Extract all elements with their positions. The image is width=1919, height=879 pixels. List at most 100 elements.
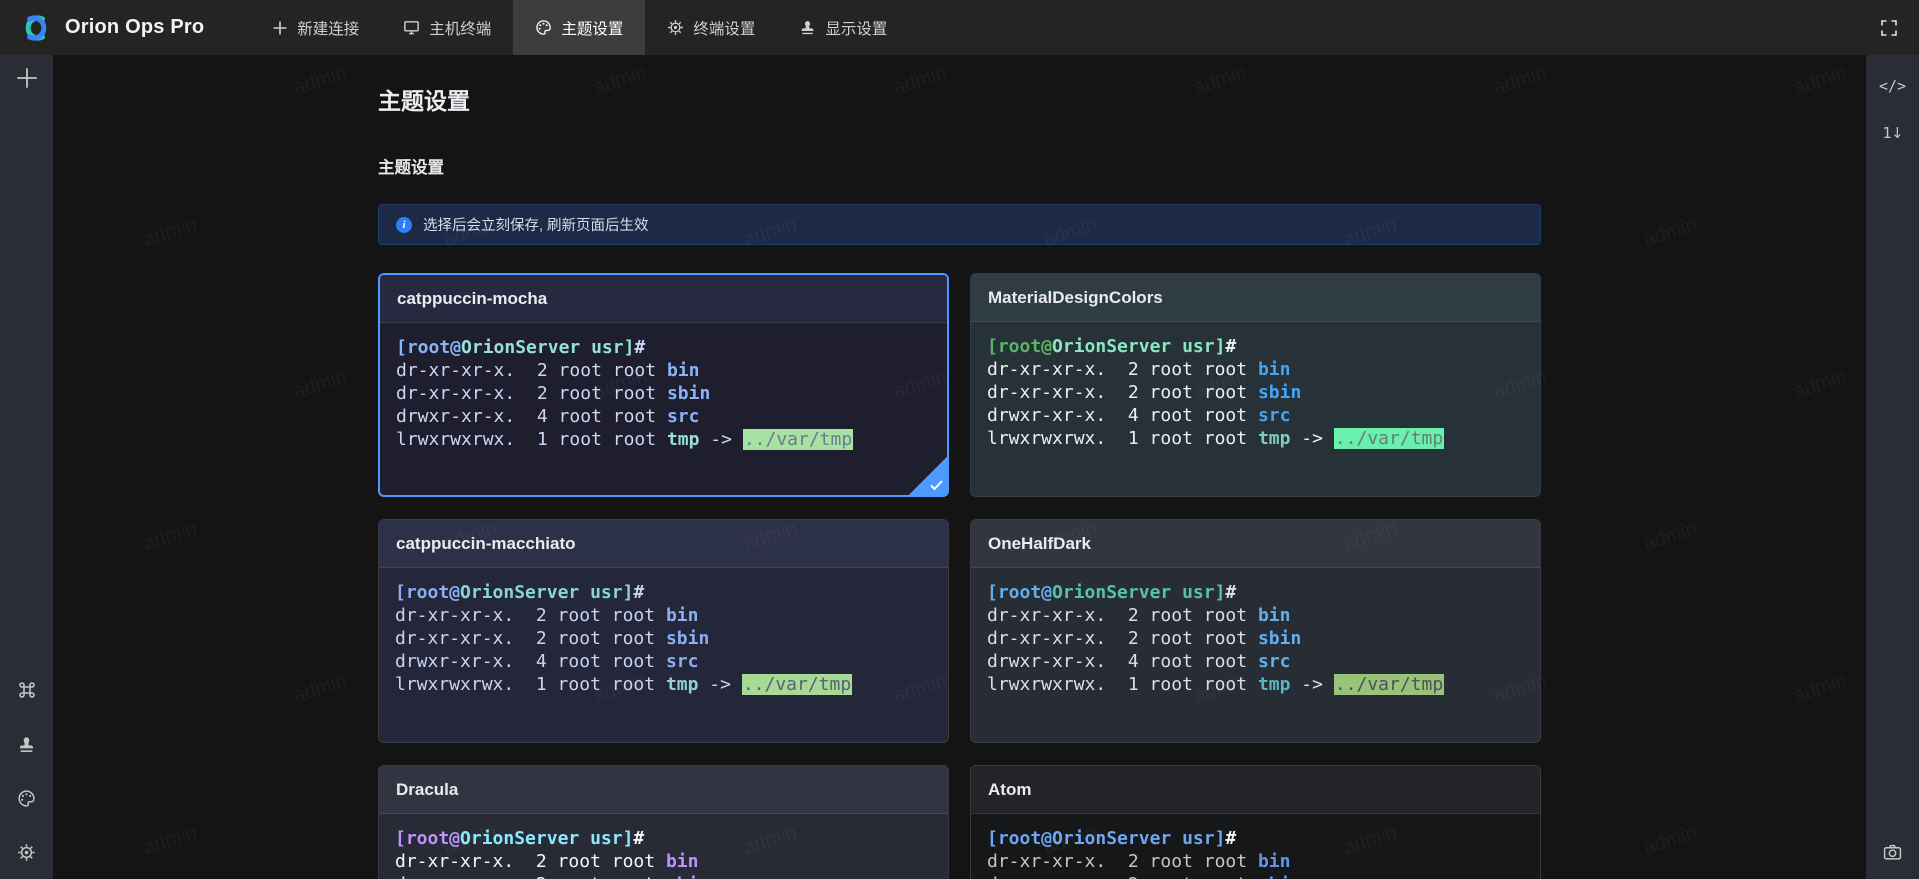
- watermark-text: admin: [141, 213, 200, 252]
- theme-card-MaterialDesignColors[interactable]: MaterialDesignColors [root@OrionServer u…: [970, 273, 1541, 497]
- watermark-text: admin: [291, 61, 350, 100]
- terminal-line: dr-xr-xr-x. 2 root root bin: [395, 850, 932, 873]
- monitor-icon: [403, 19, 420, 36]
- terminal-line: dr-xr-xr-x. 2 root root sbin: [395, 627, 932, 650]
- theme-terminal-preview: [root@OrionServer usr]#dr-xr-xr-x. 2 roo…: [379, 568, 948, 709]
- theme-name: OneHalfDark: [988, 534, 1091, 554]
- theme-card-catppuccin-macchiato[interactable]: catppuccin-macchiato [root@OrionServer u…: [378, 519, 949, 743]
- gear-icon: [667, 19, 684, 36]
- terminal-line: drwxr-xr-x. 4 root root src: [987, 404, 1524, 427]
- terminal-prompt-line: [root@OrionServer usr]#: [396, 336, 931, 359]
- plus-icon[interactable]: [10, 61, 44, 95]
- main-content: admin admin admin admin admin admin admin admin…: [53, 55, 1866, 879]
- terminal-line: dr-xr-xr-x. 2 root root sbin: [395, 873, 932, 879]
- tab-new-connection[interactable]: 新建连接: [250, 0, 381, 55]
- theme-name: Atom: [988, 780, 1031, 800]
- palette-icon: [535, 19, 552, 36]
- terminal-prompt-line: [root@OrionServer usr]#: [395, 827, 932, 850]
- gear-icon[interactable]: [10, 835, 44, 869]
- tab-host-terminal[interactable]: 主机终端: [381, 0, 513, 55]
- watermark-text: admin: [1791, 61, 1850, 100]
- watermark-text: admin: [291, 669, 350, 708]
- sort-glyph: 1↓: [1882, 124, 1902, 142]
- tab-label: 显示设置: [825, 17, 887, 39]
- terminal-line: dr-xr-xr-x. 2 root root bin: [395, 604, 932, 627]
- terminal-line: dr-xr-xr-x. 2 root root bin: [987, 850, 1524, 873]
- terminal-line: lrwxrwxrwx. 1 root root tmp -> ../var/tm…: [987, 427, 1524, 450]
- info-icon: i: [396, 217, 412, 233]
- tab-terminal-settings[interactable]: 终端设置: [645, 0, 777, 55]
- orion-logo-icon: [18, 13, 54, 43]
- code-icon[interactable]: </>: [1876, 69, 1910, 103]
- app-window: Orion Ops Pro 新建连接 主机终端 主题设置: [0, 0, 1919, 879]
- fullscreen-icon[interactable]: [1859, 0, 1919, 55]
- theme-terminal-preview: [root@OrionServer usr]#dr-xr-xr-x. 2 roo…: [380, 323, 947, 464]
- tab-theme-settings[interactable]: 主题设置: [513, 0, 645, 55]
- tab-label: 主题设置: [561, 17, 623, 39]
- watermark-text: admin: [1641, 213, 1700, 252]
- camera-icon[interactable]: [1876, 835, 1910, 869]
- terminal-line: lrwxrwxrwx. 1 root root tmp -> ../var/tm…: [395, 673, 932, 696]
- right-rail: </> 1↓: [1866, 55, 1919, 879]
- theme-card-catppuccin-mocha[interactable]: catppuccin-mocha [root@OrionServer usr]#…: [378, 273, 949, 497]
- alert-text: 选择后会立刻保存, 刷新页面后生效: [423, 214, 649, 235]
- theme-terminal-preview: [root@OrionServer usr]#dr-xr-xr-x. 2 roo…: [971, 322, 1540, 463]
- terminal-line: dr-xr-xr-x. 2 root root sbin: [987, 873, 1524, 879]
- theme-card-header: OneHalfDark: [971, 520, 1540, 568]
- code-glyph: </>: [1879, 77, 1906, 95]
- watermark-text: admin: [1791, 669, 1850, 708]
- terminal-prompt-line: [root@OrionServer usr]#: [987, 581, 1524, 604]
- terminal-line: drwxr-xr-x. 4 root root src: [987, 650, 1524, 673]
- terminal-line: drwxr-xr-x. 4 root root src: [396, 405, 931, 428]
- page-title: 主题设置: [378, 86, 1541, 116]
- tab-label: 终端设置: [693, 17, 755, 39]
- stamp-icon[interactable]: [10, 727, 44, 761]
- terminal-line: dr-xr-xr-x. 2 root root bin: [396, 359, 931, 382]
- theme-name: MaterialDesignColors: [988, 288, 1163, 308]
- terminal-line: dr-xr-xr-x. 2 root root sbin: [987, 627, 1524, 650]
- theme-name: Dracula: [396, 780, 458, 800]
- theme-card-header: Dracula: [379, 766, 948, 814]
- stamp-icon: [799, 19, 816, 36]
- terminal-line: dr-xr-xr-x. 2 root root sbin: [987, 381, 1524, 404]
- watermark-text: admin: [291, 365, 350, 404]
- app-title: Orion Ops Pro: [65, 16, 204, 39]
- terminal-prompt-line: [root@OrionServer usr]#: [395, 581, 932, 604]
- info-alert: i 选择后会立刻保存, 刷新页面后生效: [378, 204, 1541, 245]
- theme-card-header: catppuccin-macchiato: [379, 520, 948, 568]
- theme-card-OneHalfDark[interactable]: OneHalfDark [root@OrionServer usr]#dr-xr…: [970, 519, 1541, 743]
- terminal-line: drwxr-xr-x. 4 root root src: [395, 650, 932, 673]
- tab-label: 主机终端: [429, 17, 491, 39]
- terminal-prompt-line: [root@OrionServer usr]#: [987, 335, 1524, 358]
- terminal-prompt-line: [root@OrionServer usr]#: [987, 827, 1524, 850]
- terminal-line: dr-xr-xr-x. 2 root root sbin: [396, 382, 931, 405]
- theme-card-Atom[interactable]: Atom [root@OrionServer usr]#dr-xr-xr-x. …: [970, 765, 1541, 879]
- command-icon[interactable]: [10, 673, 44, 707]
- selected-check-icon: [909, 457, 947, 495]
- plus-icon: [272, 20, 288, 36]
- tab-label: 新建连接: [297, 17, 359, 39]
- theme-terminal-preview: [root@OrionServer usr]#dr-xr-xr-x. 2 roo…: [379, 814, 948, 879]
- left-rail: [0, 55, 53, 879]
- theme-name: catppuccin-mocha: [397, 289, 547, 309]
- terminal-line: lrwxrwxrwx. 1 root root tmp -> ../var/tm…: [987, 673, 1524, 696]
- terminal-line: dr-xr-xr-x. 2 root root bin: [987, 604, 1524, 627]
- theme-terminal-preview: [root@OrionServer usr]#dr-xr-xr-x. 2 roo…: [971, 568, 1540, 709]
- sort-icon[interactable]: 1↓: [1876, 116, 1910, 150]
- theme-card-header: Atom: [971, 766, 1540, 814]
- theme-name: catppuccin-macchiato: [396, 534, 576, 554]
- watermark-text: admin: [1641, 517, 1700, 556]
- watermark-text: admin: [141, 517, 200, 556]
- tab-display-settings[interactable]: 显示设置: [777, 0, 909, 55]
- palette-icon[interactable]: [10, 781, 44, 815]
- theme-terminal-preview: [root@OrionServer usr]#dr-xr-xr-x. 2 roo…: [971, 814, 1540, 879]
- top-navbar: Orion Ops Pro 新建连接 主机终端 主题设置: [0, 0, 1919, 55]
- theme-grid: catppuccin-mocha [root@OrionServer usr]#…: [378, 273, 1541, 879]
- theme-card-header: MaterialDesignColors: [971, 274, 1540, 322]
- watermark-text: admin: [1641, 821, 1700, 860]
- theme-card-header: catppuccin-mocha: [380, 275, 947, 323]
- brand: Orion Ops Pro: [0, 0, 224, 55]
- terminal-line: dr-xr-xr-x. 2 root root bin: [987, 358, 1524, 381]
- theme-card-Dracula[interactable]: Dracula [root@OrionServer usr]#dr-xr-xr-…: [378, 765, 949, 879]
- topbar-spacer: [909, 0, 1859, 55]
